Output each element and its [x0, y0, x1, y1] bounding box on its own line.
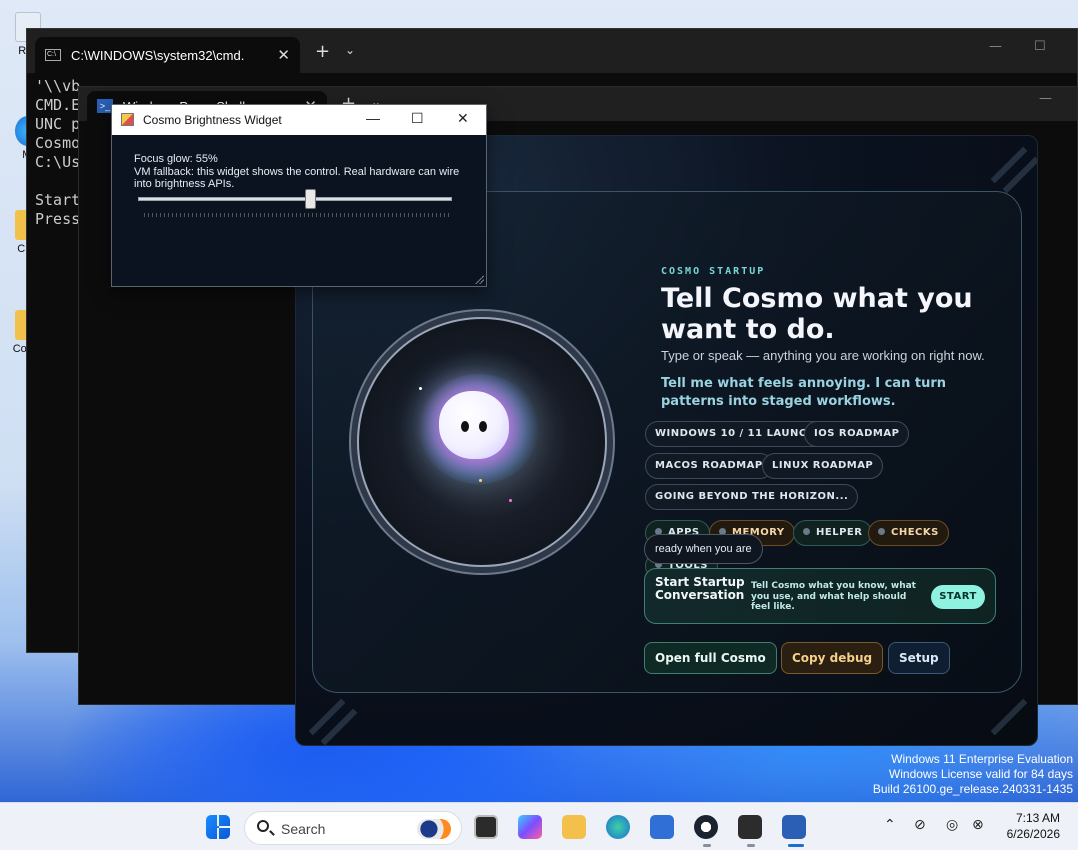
- slider-ticks: [144, 213, 450, 217]
- new-tab-button[interactable]: +: [315, 41, 330, 62]
- cosmo-app-icon[interactable]: [694, 815, 718, 839]
- network-icon[interactable]: ◎: [946, 817, 958, 833]
- start-button[interactable]: START: [931, 585, 985, 609]
- tray-overflow-chevron-icon[interactable]: ⌃: [884, 817, 896, 833]
- taskbar: Search ⌃ ⊘ ◎ ⊗ 7:13 AM 6/26/2026: [0, 802, 1078, 850]
- chip-windows-launch[interactable]: WINDOWS 10 / 11 LAUNCH: [645, 421, 826, 447]
- mascot-eye: [461, 421, 469, 432]
- brightness-widget-window[interactable]: Cosmo Brightness Widget — ☐ ✕ Focus glow…: [111, 104, 487, 287]
- m365-icon[interactable]: [518, 815, 542, 839]
- file-explorer-icon[interactable]: [562, 815, 586, 839]
- edge-icon[interactable]: [606, 815, 630, 839]
- page-title: Tell Cosmo what you want to do.: [661, 283, 973, 345]
- notifications-off-icon[interactable]: ⊘: [914, 817, 926, 833]
- maximize-button[interactable]: ☐: [411, 110, 424, 127]
- desktop: Rec Mi C W Cos D C:\ C:\WINDOWS\system32…: [0, 0, 1078, 802]
- powershell-icon[interactable]: [782, 815, 806, 839]
- terminal-icon[interactable]: [738, 815, 762, 839]
- cmd-tab[interactable]: C:\ C:\WINDOWS\system32\cmd. ✕: [35, 37, 300, 73]
- focus-glow-label: Focus glow: 55%: [134, 153, 218, 165]
- chip-ios-roadmap[interactable]: IOS ROADMAP: [804, 421, 910, 447]
- hint-text: Tell me what feels annoying. I can turn …: [661, 376, 946, 409]
- taskbar-clock[interactable]: 7:13 AM 6/26/2026: [1007, 810, 1060, 842]
- start-conversation-desc: Tell Cosmo what you know, what you use, …: [751, 581, 916, 612]
- volume-muted-icon[interactable]: ⊗: [972, 817, 984, 833]
- corner-decoration: [990, 698, 1028, 736]
- status-dot: [803, 527, 810, 535]
- widget-app-icon: [121, 113, 134, 126]
- close-tab-icon[interactable]: ✕: [277, 46, 290, 64]
- chip-macos-roadmap[interactable]: MACOS ROADMAP: [645, 453, 773, 479]
- status-pill: ready when you are: [644, 534, 763, 564]
- maximize-button[interactable]: ☐: [1034, 39, 1046, 54]
- cmd-tabbar: C:\ C:\WINDOWS\system32\cmd. ✕ + ⌄ — ☐: [27, 29, 1077, 73]
- minimize-button[interactable]: —: [989, 39, 1002, 54]
- search-icon: [257, 820, 269, 832]
- start-menu-icon[interactable]: [206, 815, 230, 839]
- cmd-icon: C:\: [45, 49, 61, 61]
- mascot-eye: [479, 421, 487, 432]
- resize-grip-icon[interactable]: [474, 274, 484, 284]
- cosmo-orb: [357, 317, 607, 567]
- start-conversation-title: Start Startup Conversation: [655, 575, 745, 602]
- widget-titlebar[interactable]: Cosmo Brightness Widget — ☐ ✕: [112, 105, 486, 135]
- brightness-slider-thumb[interactable]: [304, 189, 316, 209]
- store-icon[interactable]: [650, 815, 674, 839]
- open-full-cosmo-button[interactable]: Open full Cosmo: [644, 642, 777, 674]
- widget-note: VM fallback: this widget shows the contr…: [134, 165, 460, 191]
- chip-checks[interactable]: CHECKS: [868, 520, 949, 546]
- task-view-icon[interactable]: [474, 815, 498, 839]
- kicker-label: COSMO STARTUP: [661, 266, 766, 277]
- subtitle: Type or speak — anything you are working…: [661, 348, 985, 363]
- minimize-button[interactable]: —: [1039, 91, 1052, 106]
- tab-dropdown-button[interactable]: ⌄: [345, 43, 355, 57]
- chip-beyond-horizon[interactable]: GOING BEYOND THE HORIZON...: [645, 484, 859, 510]
- cosmo-mascot[interactable]: [439, 391, 509, 459]
- close-button[interactable]: ✕: [457, 110, 469, 127]
- chip-linux-roadmap[interactable]: LINUX ROADMAP: [762, 453, 884, 479]
- search-highlight-icon: [417, 819, 451, 839]
- setup-button[interactable]: Setup: [888, 642, 950, 674]
- minimize-button[interactable]: —: [366, 110, 380, 126]
- chip-helper[interactable]: HELPER: [793, 520, 873, 546]
- brightness-slider-track[interactable]: [138, 197, 452, 201]
- copy-debug-button[interactable]: Copy debug: [781, 642, 884, 674]
- status-dot: [878, 527, 885, 535]
- taskbar-search[interactable]: Search: [244, 811, 462, 845]
- windows-watermark: Windows 11 Enterprise Evaluation Windows…: [872, 752, 1073, 796]
- start-conversation-panel[interactable]: Start Startup Conversation Tell Cosmo wh…: [644, 568, 996, 624]
